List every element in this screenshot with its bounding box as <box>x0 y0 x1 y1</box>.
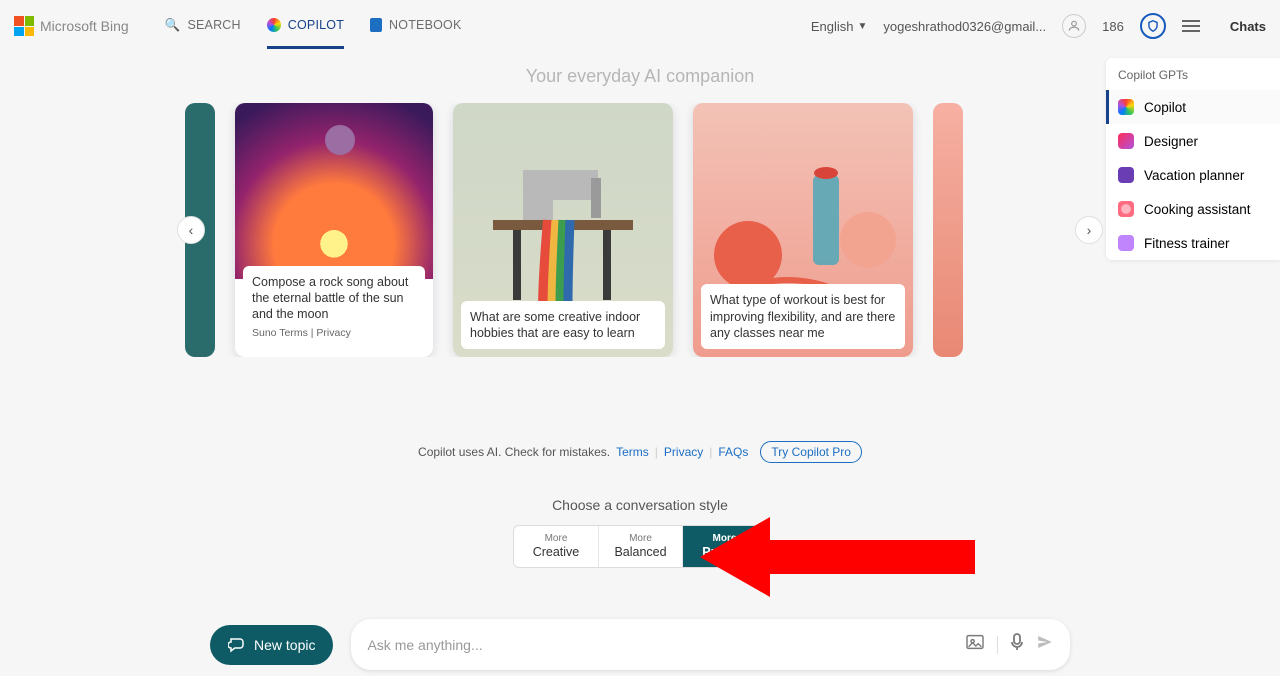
donut-icon <box>1118 201 1134 217</box>
microphone-icon[interactable] <box>1010 633 1024 656</box>
disclaimer-row: Copilot uses AI. Check for mistakes. Ter… <box>418 441 862 463</box>
gpt-label: Designer <box>1144 134 1198 149</box>
card-links[interactable]: Suno Terms | Privacy <box>252 327 416 341</box>
gpt-label: Vacation planner <box>1144 168 1244 183</box>
gpt-item-copilot[interactable]: Copilot <box>1106 90 1280 124</box>
tagline: Your everyday AI companion <box>526 66 754 87</box>
card-caption: What are some creative indoor hobbies th… <box>461 301 665 350</box>
copilot-icon <box>1118 99 1134 115</box>
style-creative[interactable]: MoreCreative <box>514 526 598 567</box>
new-topic-label: New topic <box>254 637 315 653</box>
suitcase-icon <box>1118 167 1134 183</box>
copilot-gpts-title: Copilot GPTs <box>1106 58 1280 90</box>
nav-notebook-label: NOTEBOOK <box>389 18 461 32</box>
nav-notebook[interactable]: NOTEBOOK <box>370 18 461 34</box>
language-selector[interactable]: English ▼ <box>811 19 868 34</box>
designer-icon <box>1118 133 1134 149</box>
privacy-link[interactable]: Privacy <box>664 445 703 459</box>
gpt-item-fitness[interactable]: Fitness trainer <box>1106 226 1280 260</box>
carousel-peek-right[interactable] <box>933 103 963 357</box>
new-topic-icon <box>228 636 246 654</box>
new-topic-button[interactable]: New topic <box>210 625 333 665</box>
card-caption: What type of workout is best for improvi… <box>701 284 905 349</box>
ask-input[interactable] <box>367 637 965 653</box>
notebook-icon <box>370 18 382 32</box>
rewards-points[interactable]: 186 <box>1102 19 1124 34</box>
card-caption: Compose a rock song about the eternal ba… <box>243 266 425 349</box>
copilot-icon <box>267 18 281 32</box>
brand-label: Microsoft Bing <box>40 18 129 34</box>
suggestion-card-2[interactable]: What are some creative indoor hobbies th… <box>453 103 673 357</box>
send-icon[interactable] <box>1036 633 1054 656</box>
person-icon <box>1067 19 1081 33</box>
image-input-icon[interactable] <box>965 634 985 655</box>
conversation-style-selector: MoreCreative MoreBalanced MorePrecise <box>513 525 767 568</box>
suggestion-card-1[interactable]: Compose a rock song about the eternal ba… <box>235 103 433 357</box>
gpt-item-designer[interactable]: Designer <box>1106 124 1280 158</box>
dumbbell-icon <box>1118 235 1134 251</box>
style-balanced[interactable]: MoreBalanced <box>598 526 682 567</box>
nav-copilot[interactable]: COPILOT <box>267 18 344 49</box>
gpt-label: Cooking assistant <box>1144 202 1251 217</box>
separator <box>997 636 998 654</box>
menu-icon[interactable] <box>1182 20 1200 32</box>
header-right: English ▼ yogeshrathod0326@gmail... 186 … <box>811 13 1266 39</box>
conversation-style-title: Choose a conversation style <box>552 497 728 513</box>
carousel-prev[interactable]: ‹ <box>177 216 205 244</box>
top-nav: 🔍 SEARCH COPILOT NOTEBOOK <box>165 4 462 49</box>
microsoft-logo-icon <box>14 16 34 36</box>
rewards-icon[interactable] <box>1140 13 1166 39</box>
nav-search-label: SEARCH <box>187 18 240 32</box>
carousel-next[interactable]: › <box>1075 216 1103 244</box>
suggestion-card-3[interactable]: What type of workout is best for improvi… <box>693 103 913 357</box>
suggestion-carousel: ‹ › Compose a rock song about the eterna… <box>185 103 1095 357</box>
terms-link[interactable]: Terms <box>616 445 649 459</box>
top-bar: Microsoft Bing 🔍 SEARCH COPILOT NOTEBOOK… <box>0 0 1280 52</box>
copilot-gpts-panel: Copilot GPTs Copilot Designer Vacation p… <box>1106 58 1280 260</box>
gpt-item-vacation[interactable]: Vacation planner <box>1106 158 1280 192</box>
gpt-label: Copilot <box>1144 100 1186 115</box>
logo-group[interactable]: Microsoft Bing <box>14 16 129 36</box>
try-copilot-pro-button[interactable]: Try Copilot Pro <box>760 441 862 463</box>
main-area: Your everyday AI companion ‹ › Compose a… <box>0 52 1280 568</box>
card-image <box>235 103 433 279</box>
card-text: What type of workout is best for improvi… <box>710 292 896 341</box>
chevron-down-icon: ▼ <box>857 21 867 32</box>
search-icon: 🔍 <box>165 18 181 33</box>
nav-copilot-label: COPILOT <box>288 18 344 32</box>
gpt-label: Fitness trainer <box>1144 236 1230 251</box>
faqs-link[interactable]: FAQs <box>718 445 748 459</box>
account-email[interactable]: yogeshrathod0326@gmail... <box>883 19 1046 34</box>
nav-search[interactable]: 🔍 SEARCH <box>165 18 241 35</box>
card-text: Compose a rock song about the eternal ba… <box>252 274 416 323</box>
bottom-bar: New topic <box>210 619 1070 670</box>
style-precise[interactable]: MorePrecise <box>682 526 766 567</box>
avatar[interactable] <box>1062 14 1086 38</box>
ask-box[interactable] <box>351 619 1070 670</box>
chats-label[interactable]: Chats <box>1230 19 1266 34</box>
card-text: What are some creative indoor hobbies th… <box>470 309 656 342</box>
language-label: English <box>811 19 854 34</box>
disclaimer-text: Copilot uses AI. Check for mistakes. <box>418 445 610 459</box>
gpt-item-cooking[interactable]: Cooking assistant <box>1106 192 1280 226</box>
